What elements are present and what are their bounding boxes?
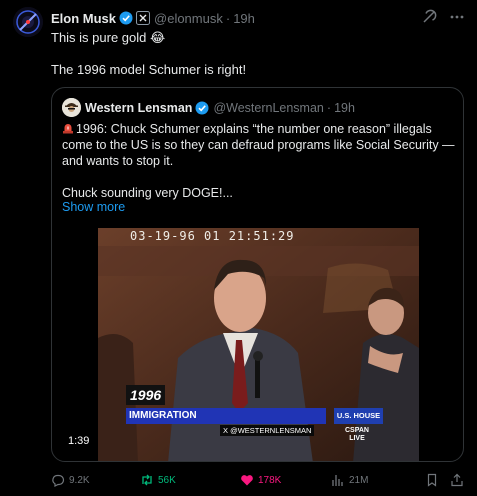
bookmark-button[interactable]	[425, 470, 443, 490]
cspan-line-1: CSPAN	[345, 427, 369, 434]
post-text-line-1: This is pure gold 😂	[51, 30, 166, 45]
quote-text-line-2: come to the US is so they can defraud pr…	[62, 138, 455, 152]
quote-author-avatar[interactable]	[62, 98, 81, 117]
video-watermark: X @WESTERNLENSMAN	[220, 425, 315, 436]
repost-icon	[142, 474, 152, 486]
separator-dot: ·	[225, 10, 231, 26]
grok-icon[interactable]	[421, 9, 437, 25]
heart-icon	[241, 475, 253, 486]
more-icon[interactable]	[449, 9, 465, 25]
views-count: 21M	[349, 474, 369, 486]
post-time[interactable]: 19h	[233, 11, 255, 26]
quote-time[interactable]: 19h	[334, 101, 355, 115]
video-timestamp: 03-19-96 01 21:51:29	[130, 229, 295, 243]
share-button[interactable]	[450, 470, 468, 490]
siren-icon	[62, 122, 74, 134]
author-handle[interactable]: @elonmusk	[154, 11, 223, 26]
views-button[interactable]: 21M	[331, 470, 368, 490]
bookmark-icon	[427, 473, 437, 487]
share-icon	[451, 473, 463, 487]
verified-badge-icon	[119, 11, 133, 25]
header-actions	[421, 9, 465, 25]
author-avatar[interactable]	[13, 7, 43, 37]
repost-button[interactable]: 56K	[140, 470, 176, 490]
like-button[interactable]: 178K	[240, 470, 281, 490]
reply-icon	[52, 474, 65, 487]
quote-author-name[interactable]: Western Lensman	[85, 101, 192, 115]
post-header: Elon Musk @elonmusk · 19h	[51, 9, 255, 27]
like-count: 178K	[258, 474, 282, 486]
cspan-logo: CSPAN LIVE	[345, 427, 369, 443]
quote-text-line-1: 1996: Chuck Schumer explains “the number…	[62, 121, 432, 137]
repost-count: 56K	[158, 474, 176, 486]
video-player[interactable]: 03-19-96 01 21:51:29 1996 IMMIGRATION X …	[98, 228, 419, 461]
video-house-label: U.S. HOUSE	[334, 408, 383, 424]
video-chyron: IMMIGRATION	[126, 408, 326, 424]
quote-text-line-3: and wants to stop it.	[62, 154, 174, 168]
author-name[interactable]: Elon Musk	[51, 11, 116, 26]
x-affiliate-badge-icon	[136, 11, 151, 25]
cspan-line-2: LIVE	[349, 435, 365, 442]
quote-author-handle[interactable]: @WesternLensman	[213, 101, 323, 115]
reply-count: 9.2K	[69, 474, 90, 486]
quote-text-line-4: Chuck sounding very DOGE!...	[62, 186, 233, 200]
post-text-line-2: The 1996 model Schumer is right!	[51, 62, 247, 77]
video-duration: 1:39	[68, 435, 90, 447]
post-actions: 9.2K 56K 178K 21M	[51, 470, 465, 490]
show-more-link[interactable]: Show more	[62, 200, 125, 214]
verified-badge-icon	[195, 101, 209, 115]
quote-text-line-1-text: 1996: Chuck Schumer explains “the number…	[76, 122, 432, 136]
quoted-post[interactable]: Western Lensman @WesternLensman · 19h 19…	[51, 87, 464, 462]
video-year-tag: 1996	[126, 385, 166, 405]
quote-header: Western Lensman @WesternLensman · 19h	[85, 99, 355, 116]
post: Elon Musk @elonmusk · 19h This is pure g…	[0, 0, 477, 496]
separator-dot: ·	[326, 100, 332, 115]
reply-button[interactable]: 9.2K	[51, 470, 90, 490]
views-icon	[332, 475, 343, 486]
